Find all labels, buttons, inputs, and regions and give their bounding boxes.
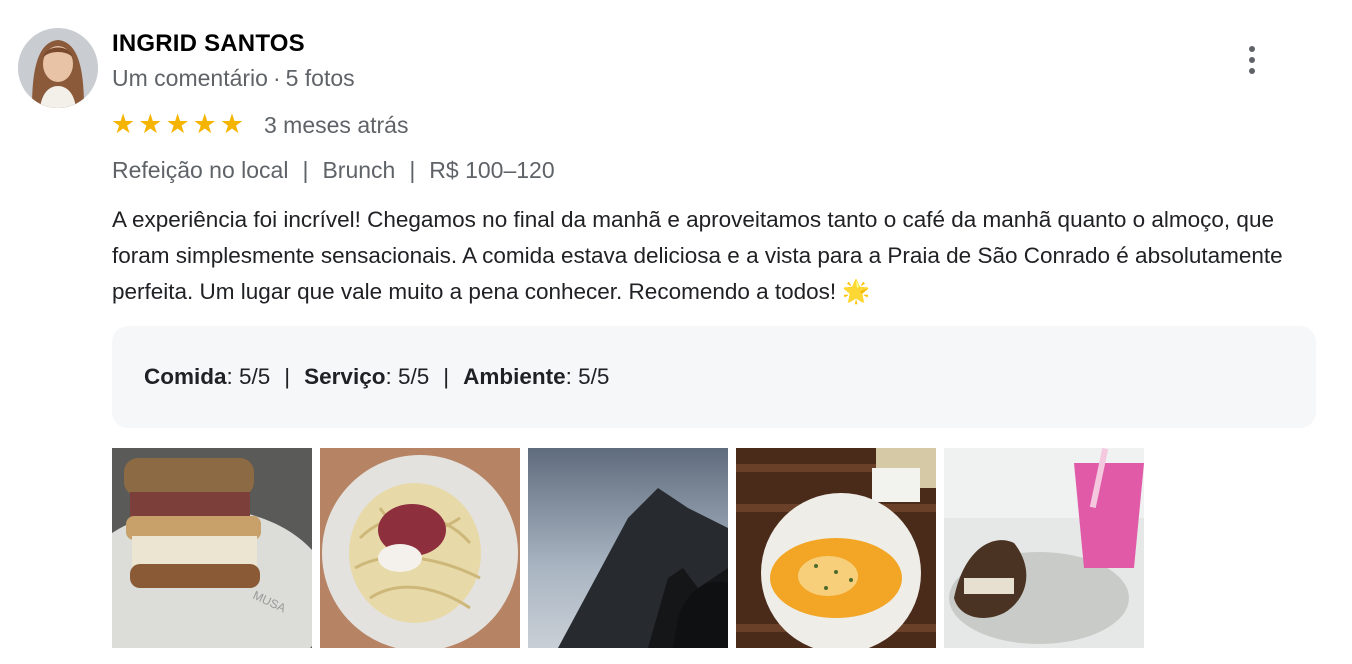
author-name[interactable]: INGRID SANTOS [112,30,305,58]
review-photo-mountain[interactable] [528,448,728,648]
star-icon: ★ [192,109,217,139]
review-photo-eggs[interactable] [736,448,936,648]
star-rating: ★ ★ ★ ★ ★ [111,108,244,140]
sub-rating-value: : 5/5 [226,364,271,389]
comments-count: Um comentário [112,65,268,91]
author-meta: Um comentário · 5 fotos [112,65,355,92]
sub-rating-label: Ambiente [463,364,566,389]
review-photo-pasta[interactable] [320,448,520,648]
sub-rating-separator: | [284,364,291,389]
sub-ratings-box: Comida: 5/5 | Serviço: 5/5 | Ambiente: 5/5 [112,326,1316,428]
avatar-image [18,28,98,108]
review-attributes: Refeição no local | Brunch | R$ 100–120 [112,157,555,184]
review-text: A experiência foi incrível! Chegamos no … [112,207,1283,304]
sub-rating-label: Serviço [304,364,386,389]
more-vert-icon-dot [1249,46,1255,52]
review-photo-sandwich[interactable]: MUSA [112,448,312,648]
sub-rating-item: Ambiente: 5/5 [463,364,609,390]
review-attribute: Refeição no local [112,157,289,183]
sub-rating-separator: | [443,364,450,389]
star-icon: ★ [138,109,163,139]
sub-rating-value: : 5/5 [385,364,430,389]
sub-rating-item: Serviço: 5/5 [304,364,429,390]
review-time: 3 meses atrás [264,112,409,138]
star-icon: ★ [111,109,136,139]
meta-dot: · [272,65,281,91]
review-photos: MUSA [112,448,1144,648]
avatar[interactable] [18,28,98,108]
attr-separator: | [409,157,416,183]
sub-ratings: Comida: 5/5 | Serviço: 5/5 | Ambiente: 5/5 [144,364,609,390]
photos-count: 5 fotos [285,65,355,91]
review-attribute: R$ 100–120 [429,157,555,183]
sub-rating-value: : 5/5 [565,364,610,389]
star-icon: ★ [219,109,245,139]
more-vert-icon-dot [1249,57,1255,63]
attr-separator: | [302,157,309,183]
more-vert-icon-dot [1249,68,1255,74]
review-attribute: Brunch [322,157,396,183]
review-photo-drink[interactable] [944,448,1144,648]
sub-rating-item: Comida: 5/5 [144,364,270,390]
more-options-button[interactable] [1236,40,1268,80]
star-icon: ★ [165,109,190,139]
sub-rating-label: Comida [144,364,227,389]
